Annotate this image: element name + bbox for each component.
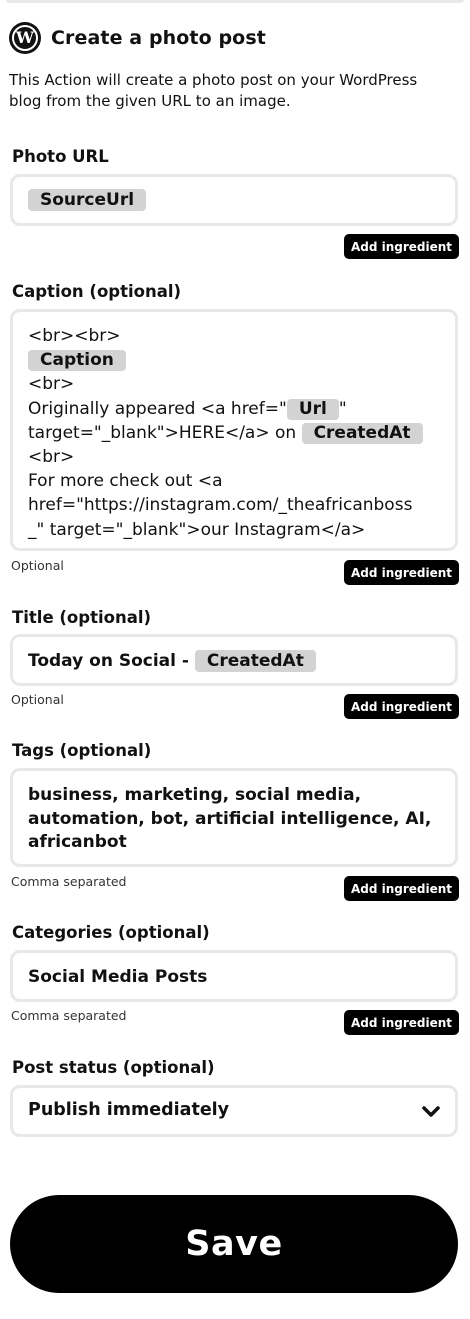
title-text: Today on Social - [28,651,195,671]
caption-line: <br> [28,447,75,468]
title-hint: Optional [11,692,64,707]
categories-hint: Comma separated [11,1008,127,1023]
title-label: Title (optional) [12,608,152,627]
ingredient-pill-url[interactable]: Url [286,398,339,420]
title-field[interactable]: Today on Social - CreatedAt [10,634,458,686]
caption-field[interactable]: <br><br> Caption <br> Originally appeare… [10,309,458,551]
photo-url-label: Photo URL [12,147,109,166]
tags-hint: Comma separated [11,874,127,889]
post-status-selected: Publish immediately [28,1100,230,1120]
categories-value: Social Media Posts [28,967,208,987]
caption-hint: Optional [11,558,64,573]
add-ingredient-button-tags[interactable]: Add ingredient [344,876,459,901]
ingredient-pill-createdat[interactable]: CreatedAt [194,650,316,672]
add-ingredient-button-categories[interactable]: Add ingredient [344,1010,459,1035]
ingredient-pill-sourceurl[interactable]: SourceUrl [28,189,147,211]
photo-url-field[interactable]: SourceUrl [10,174,458,226]
page-title: Create a photo post [51,27,266,49]
ingredient-pill-caption[interactable]: Caption [28,350,126,372]
caption-line: <br> [28,374,75,395]
caption-line: href="https://instagram.com/_theafricanb… [28,495,413,516]
categories-field[interactable]: Social Media Posts [10,950,458,1002]
tags-line: africanbot [28,832,127,852]
action-description: This Action will create a photo post on … [9,71,418,110]
save-button[interactable]: Save [10,1195,458,1293]
caption-text-segment: Originally appeared <a href=" [28,398,287,419]
caption-text-segment: " [338,398,347,419]
tags-line: business, marketing, social media, [28,785,362,805]
top-divider [6,0,464,3]
caption-line: <br><br> [28,326,121,346]
wordpress-logo-icon: W [9,22,41,54]
action-header: W Create a photo post [9,22,266,54]
caption-label: Caption (optional) [12,282,182,301]
caption-line: _" target="_blank">our Instagram</a> [28,519,366,540]
add-ingredient-button-title[interactable]: Add ingredient [344,694,459,719]
tags-line: automation, bot, artificial intelligence… [28,808,432,829]
chevron-down-icon [422,1106,440,1117]
caption-line: For more check out <a [28,471,223,492]
caption-text-segment: target="_blank">HERE</a> on [28,422,302,443]
post-status-label: Post status (optional) [12,1058,215,1077]
tags-field[interactable]: business, marketing, social media, autom… [10,768,458,867]
ingredient-pill-createdat[interactable]: CreatedAt [301,422,423,444]
categories-label: Categories (optional) [12,923,210,942]
post-status-select[interactable]: Publish immediately [10,1085,458,1137]
add-ingredient-button-caption[interactable]: Add ingredient [344,560,459,585]
add-ingredient-button-photo-url[interactable]: Add ingredient [344,234,459,259]
tags-label: Tags (optional) [12,741,152,760]
caption-content: <br><br> Caption <br> Originally appeare… [28,324,445,542]
